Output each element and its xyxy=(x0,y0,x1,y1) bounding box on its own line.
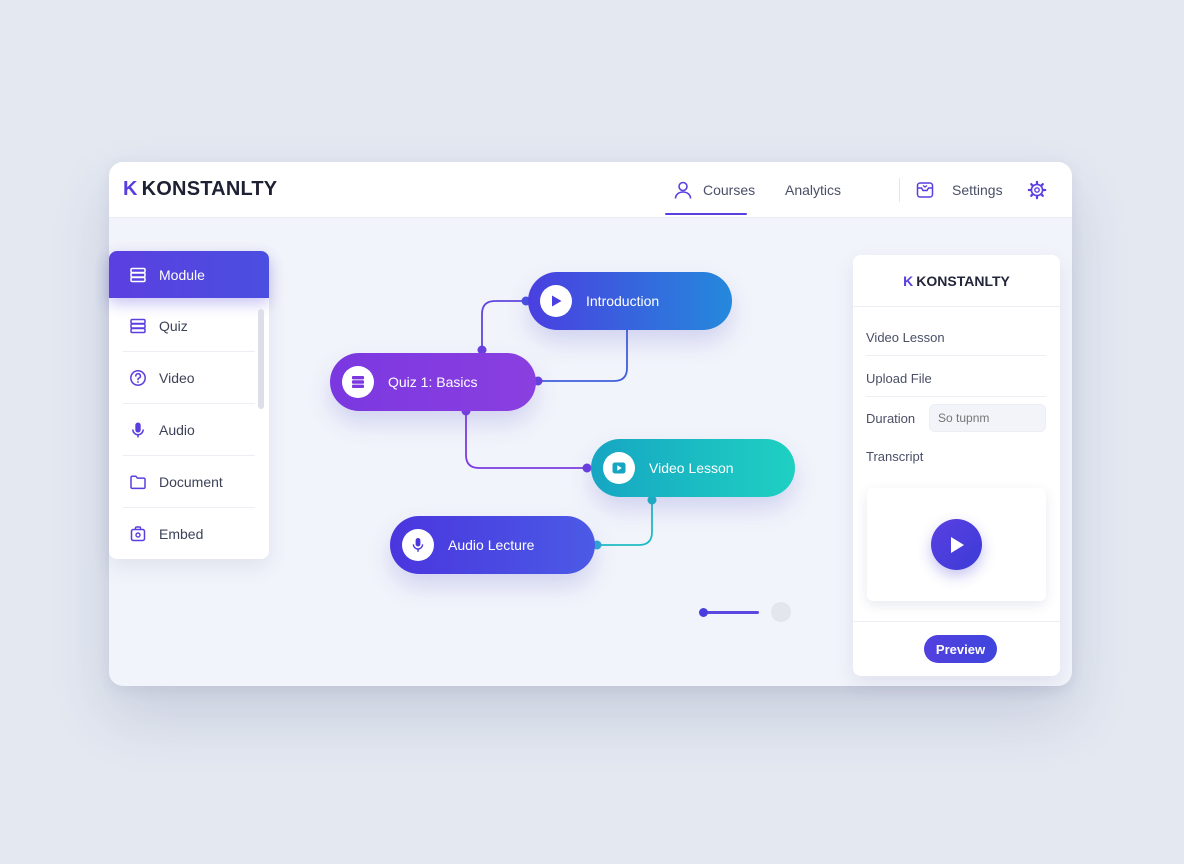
sidebar-item-document[interactable]: Document xyxy=(109,456,269,508)
field-transcript[interactable]: Transcript xyxy=(866,449,923,464)
user-icon xyxy=(673,180,693,200)
flow-node-video-lesson[interactable]: Video Lesson xyxy=(591,439,795,497)
microphone-icon xyxy=(129,421,147,439)
sidebar-item-audio[interactable]: Audio xyxy=(109,404,269,456)
duration-input[interactable] xyxy=(929,404,1046,432)
settings-gear-button[interactable] xyxy=(1027,162,1057,218)
sidebar-item-label: Module xyxy=(159,266,205,283)
gear-icon xyxy=(1027,180,1047,200)
zoom-slider-handle[interactable] xyxy=(699,608,708,617)
nav-settings[interactable]: Settings xyxy=(952,162,1003,218)
inbox-icon xyxy=(915,180,935,200)
block-type-sidebar: Module Quiz Video Audio Document Embed xyxy=(109,251,269,559)
brand-name: KONSTANLTY xyxy=(141,178,278,200)
stack-icon xyxy=(129,317,147,335)
embed-icon xyxy=(129,525,147,543)
sidebar-item-module[interactable]: Module xyxy=(109,251,269,298)
field-video-lesson[interactable]: Video Lesson xyxy=(866,330,945,345)
sidebar-item-video[interactable]: Video xyxy=(109,352,269,404)
nav-courses[interactable]: Courses xyxy=(665,162,755,218)
app-window: K KONSTANLTY Courses Analytics Settings xyxy=(109,162,1072,686)
top-bar: K KONSTANLTY Courses Analytics Settings xyxy=(109,162,1072,218)
play-icon xyxy=(540,285,572,317)
flow-node-label: Quiz 1: Basics xyxy=(388,374,478,390)
preview-button[interactable]: Preview xyxy=(924,635,997,663)
sidebar-item-label: Quiz xyxy=(159,318,188,334)
nav-analytics[interactable]: Analytics xyxy=(785,162,841,218)
nav-settings-label: Settings xyxy=(952,182,1003,198)
nav-divider xyxy=(899,178,900,202)
flow-node-label: Video Lesson xyxy=(649,460,734,476)
nav-analytics-label: Analytics xyxy=(785,182,842,198)
divider xyxy=(866,396,1046,397)
sidebar-scrollbar[interactable] xyxy=(258,309,264,409)
play-button[interactable] xyxy=(931,519,982,570)
video-preview-card[interactable] xyxy=(867,488,1046,601)
panel-brand: K KONSTANLTY xyxy=(853,255,1060,307)
question-icon xyxy=(129,369,147,387)
brand-logo[interactable]: K KONSTANLTY xyxy=(123,178,277,201)
sidebar-item-label: Embed xyxy=(159,526,204,542)
field-duration-label: Duration xyxy=(866,411,916,426)
flow-node-introduction[interactable]: Introduction xyxy=(528,272,732,330)
flow-node-label: Audio Lecture xyxy=(448,537,535,553)
zoom-toggle[interactable] xyxy=(771,602,791,622)
sidebar-item-label: Audio xyxy=(159,422,195,438)
sidebar-item-label: Document xyxy=(159,474,223,490)
sidebar-item-quiz[interactable]: Quiz xyxy=(109,300,269,352)
folder-icon xyxy=(129,473,147,491)
flow-node-quiz[interactable]: Quiz 1: Basics xyxy=(330,353,536,411)
properties-panel: K KONSTANLTY Video Lesson Upload File Du… xyxy=(853,255,1060,676)
stack-icon xyxy=(129,266,147,284)
sidebar-item-label: Video xyxy=(159,370,195,386)
sidebar-item-embed[interactable]: Embed xyxy=(109,508,269,560)
panel-brand-name: KONSTANLTY xyxy=(916,272,1010,289)
play-icon xyxy=(950,536,964,553)
brand-letter: K xyxy=(123,178,138,200)
zoom-slider-track[interactable] xyxy=(705,611,759,614)
divider xyxy=(866,355,1046,356)
microphone-icon xyxy=(402,529,434,561)
panel-brand-letter: K xyxy=(903,272,914,289)
divider xyxy=(853,621,1060,622)
stack-icon xyxy=(342,366,374,398)
nav-courses-label: Courses xyxy=(703,182,756,198)
inbox-button[interactable] xyxy=(915,162,945,218)
flow-node-audio-lecture[interactable]: Audio Lecture xyxy=(390,516,595,574)
field-upload-file[interactable]: Upload File xyxy=(866,371,932,386)
video-icon xyxy=(603,452,635,484)
flow-node-label: Introduction xyxy=(586,293,660,309)
